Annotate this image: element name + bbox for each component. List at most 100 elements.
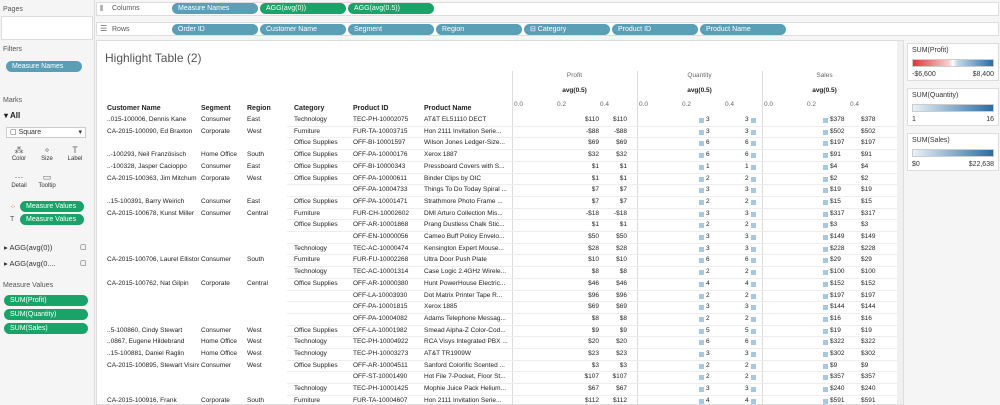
- sales-value-right: $3: [861, 221, 869, 229]
- profit-value-right: $1: [619, 174, 627, 182]
- pages-card[interactable]: [1, 16, 93, 40]
- customer-name-cell: CA-2015-100363, Jim Mitchum: [107, 174, 197, 182]
- tooltip-button[interactable]: ▭ Tooltip: [34, 172, 60, 194]
- category-cell: Furniture: [294, 256, 321, 264]
- label-button-label: Label: [67, 156, 83, 162]
- quantity-mark: [751, 258, 756, 264]
- segment-cell: Home Office: [201, 151, 238, 159]
- segment-cell: Consumer: [201, 162, 231, 170]
- rows-pill-category[interactable]: ⊟ Category: [524, 24, 610, 35]
- sales-legend[interactable]: SUM(Sales) $0 $22,638: [907, 133, 999, 171]
- category-cell: Technology: [294, 350, 327, 357]
- columns-pill-agg-avg0[interactable]: AGG(avg(0)): [260, 3, 346, 14]
- rows-pill-order-id[interactable]: Order ID: [172, 24, 258, 35]
- columns-shelf-label: Columns: [112, 5, 140, 12]
- sales-value-left: $302: [830, 350, 845, 357]
- filter-measure-names-pill[interactable]: Measure Names: [6, 61, 82, 72]
- product-id-cell: OFF-ST-10001490: [353, 373, 408, 381]
- profit-legend[interactable]: SUM(Profit) -$6,600 $8,400: [907, 43, 999, 81]
- product-name-cell: Xerox 1887: [424, 151, 458, 159]
- region-cell: South: [247, 151, 264, 159]
- size-button-label: Size: [41, 156, 53, 162]
- detail-button[interactable]: ⋯ Detail: [6, 172, 32, 194]
- product-id-cell: TEC-PH-10004922: [353, 338, 409, 346]
- col-header-product-id[interactable]: Product ID: [353, 105, 388, 112]
- quantity-legend[interactable]: SUM(Quantity) 1 16: [907, 88, 999, 126]
- worksheet-view[interactable]: Highlight Table (2) Profit Quantity Sale…: [96, 40, 904, 405]
- rows-pill-product-name[interactable]: Product Name: [700, 24, 786, 35]
- marks-measure-values-label-pill[interactable]: Measure Values: [20, 214, 84, 225]
- sales-mark: [823, 398, 828, 404]
- marks-measure-values-color-pill[interactable]: Measure Values: [20, 201, 84, 212]
- profit-value-right: $1: [619, 221, 627, 229]
- sales-value-right: $302: [861, 350, 876, 357]
- sales-value-right: $502: [861, 127, 876, 135]
- agg-avg0-card[interactable]: ▸ AGG(avg(0)): [4, 243, 52, 252]
- region-cell: Central: [247, 279, 268, 287]
- quantity-mark: [751, 363, 756, 369]
- sales-value-right: $15: [861, 197, 872, 205]
- columns-pill-measure-names[interactable]: Measure Names: [172, 3, 258, 14]
- marks-all-label[interactable]: ▾ All: [4, 111, 20, 120]
- quantity-legend-title: SUM(Quantity): [912, 92, 959, 99]
- profit-legend-max: $8,400: [972, 71, 994, 78]
- axis-tick: 0.2: [807, 101, 817, 108]
- row-divider: [287, 231, 897, 232]
- quantity-mark: [699, 258, 704, 264]
- rows-pill-region[interactable]: Region: [436, 24, 522, 35]
- sales-value-right: $19: [861, 186, 872, 194]
- row-divider: [287, 172, 897, 174]
- col-header-region[interactable]: Region: [247, 105, 271, 112]
- sales-value-right: $4: [861, 162, 869, 170]
- region-cell: West: [247, 127, 262, 135]
- quantity-value-left: 6: [706, 151, 710, 159]
- product-id-cell: OFF-LA-10001982: [353, 326, 408, 334]
- col-header-product-name[interactable]: Product Name: [424, 105, 471, 112]
- agg-avg0-label: AGG(avg(0)): [9, 243, 53, 252]
- sales-value-left: $9: [830, 361, 838, 369]
- region-cell: East: [247, 162, 261, 170]
- product-id-cell: OFF-EN-10000056: [353, 233, 409, 240]
- measure-header-sales: Sales: [816, 72, 833, 79]
- quantity-mark: [699, 363, 704, 369]
- col-header-customer-name[interactable]: Customer Name: [107, 105, 161, 112]
- measure-value-quantity-pill[interactable]: SUM(Quantity): [4, 309, 88, 320]
- quantity-value-left: 4: [706, 279, 710, 287]
- sales-value-left: $4: [830, 162, 838, 170]
- rows-pill-customer-name[interactable]: Customer Name: [260, 24, 346, 35]
- col-header-segment[interactable]: Segment: [201, 105, 231, 112]
- region-cell: Central: [247, 209, 268, 217]
- columns-pill-agg-avg05[interactable]: AGG(avg(0.5)): [348, 3, 434, 14]
- rows-pill-segment[interactable]: Segment: [348, 24, 434, 35]
- measure-value-profit-pill[interactable]: SUM(Profit): [4, 295, 88, 306]
- row-divider: [287, 219, 897, 221]
- color-button[interactable]: ⁂ Color: [6, 145, 32, 167]
- sales-value-left: $322: [830, 338, 845, 346]
- sales-value-left: $19: [830, 186, 841, 194]
- col-header-category[interactable]: Category: [294, 105, 324, 112]
- row-divider: [287, 149, 897, 151]
- sales-value-left: $591: [830, 396, 845, 404]
- size-button[interactable]: ⚬ Size: [34, 145, 60, 167]
- quantity-value-left: 2: [706, 361, 710, 369]
- chevron-down-icon: ▾: [78, 129, 82, 136]
- quantity-mark: [699, 223, 704, 229]
- quantity-mark: [699, 293, 704, 299]
- region-cell: West: [247, 338, 262, 346]
- axis-tick: 0.0: [639, 101, 649, 108]
- row-divider: [287, 160, 897, 162]
- measure-value-sales-pill[interactable]: SUM(Sales): [4, 323, 88, 334]
- tooltip-button-label: Tooltip: [38, 183, 56, 189]
- sales-mark: [823, 211, 828, 217]
- quantity-mark: [751, 199, 756, 205]
- sales-mark: [823, 129, 828, 135]
- profit-value-right: $107: [612, 373, 627, 381]
- mark-type-select[interactable]: ▢ Square ▾: [6, 127, 86, 138]
- label-button[interactable]: T Label: [62, 145, 88, 167]
- rows-pill-product-id[interactable]: Product ID: [612, 24, 698, 35]
- quantity-mark: [699, 340, 704, 346]
- rows-icon: ☰: [100, 24, 108, 33]
- agg-avg05-card[interactable]: ▸ AGG(avg(0....: [4, 259, 56, 268]
- vertical-scrollbar[interactable]: [897, 41, 903, 404]
- region-cell: West: [247, 361, 262, 369]
